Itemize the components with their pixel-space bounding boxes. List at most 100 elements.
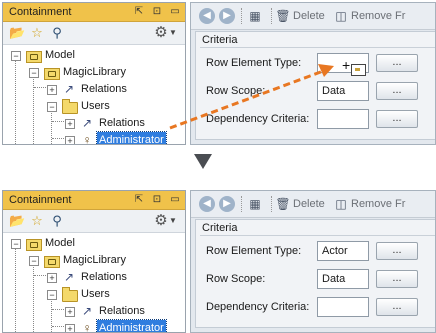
collapse-icon[interactable]: − [29, 256, 39, 266]
forward-arrow-icon[interactable]: ▶ [219, 8, 235, 24]
dependency-criteria-field[interactable] [317, 297, 369, 317]
relations-icon: ↗ [63, 270, 75, 284]
open-folder-icon[interactable]: 📂 [9, 213, 25, 229]
row-element-type-label: Row Element Type: [206, 245, 302, 257]
back-arrow-icon[interactable]: ◀ [199, 196, 215, 212]
containment-panel: Containment ⇱ ⊡ ▭ 📂 ☆ ⚲ ⚙ ▼ − Model − Ma… [2, 190, 186, 333]
minimize-icon[interactable]: ▭ [169, 193, 181, 206]
drag-drop-cursor-icon: + [342, 58, 366, 76]
delete-icon[interactable]: 🗑 [275, 8, 291, 24]
remove-icon[interactable]: ◫ [333, 8, 349, 24]
tree-view-icon[interactable]: ▦ [247, 196, 263, 212]
chevron-down-icon[interactable]: ▼ [168, 213, 178, 229]
back-arrow-icon[interactable]: ◀ [199, 8, 215, 24]
criteria-heading: Criteria [202, 222, 238, 234]
pin-icon[interactable]: ⊡ [151, 193, 163, 206]
tree-view-icon[interactable]: ▦ [247, 8, 263, 24]
package-icon [43, 253, 60, 268]
transition-arrow-icon [194, 154, 212, 169]
dependency-criteria-browse-button[interactable]: ... [376, 110, 418, 128]
gear-icon[interactable]: ⚙ [153, 213, 169, 229]
tree-node-label: Relations [81, 271, 127, 283]
before-state: Containment ⇱ ⊡ ▭ 📂 ☆ ⚲ ⚙ ▼ − Model − Ma… [0, 0, 436, 145]
expand-icon[interactable]: + [65, 307, 75, 317]
row-scope-browse-button[interactable]: ... [376, 82, 418, 100]
collapse-icon[interactable]: − [11, 51, 21, 61]
delete-button[interactable]: Delete [293, 10, 325, 22]
specification-panel: ◀ ▶ ▦ 🗑 Delete ◫ Remove Fr Criteria Row … [190, 2, 436, 145]
collapse-icon[interactable]: − [47, 102, 57, 112]
tree-node-label: Relations [99, 117, 145, 129]
package-icon [25, 236, 42, 251]
title-buttons: ⇱ ⊡ ▭ [133, 193, 181, 206]
tree-node-label: MagicLibrary [63, 66, 126, 78]
row-element-type-field[interactable]: Actor [317, 241, 369, 261]
gear-icon[interactable]: ⚙ [153, 25, 169, 41]
row-scope-field[interactable]: Data [317, 269, 369, 289]
open-folder-icon[interactable]: 📂 [9, 25, 25, 41]
expand-icon[interactable]: + [65, 136, 75, 144]
row-scope-field[interactable]: Data [317, 81, 369, 101]
pin-icon[interactable]: ⊡ [151, 5, 163, 18]
tree-node-label: Model [45, 49, 75, 61]
remove-from-button[interactable]: Remove Fr [351, 198, 405, 210]
containment-toolbar: 📂 ☆ ⚲ ⚙ ▼ [3, 22, 185, 45]
title-buttons: ⇱ ⊡ ▭ [133, 5, 181, 18]
package-icon [25, 48, 42, 63]
containment-toolbar: 📂 ☆ ⚲ ⚙ ▼ [3, 210, 185, 233]
star-icon[interactable]: ☆ [29, 25, 45, 41]
row-element-type-label: Row Element Type: [206, 57, 302, 69]
expand-icon[interactable]: + [47, 85, 57, 95]
tree-node-label: MagicLibrary [63, 254, 126, 266]
tree-node-label: Users [81, 288, 110, 300]
dependency-criteria-label: Dependency Criteria: [206, 301, 310, 313]
collapse-icon[interactable]: − [47, 290, 57, 300]
tree-node-label: Administrator [96, 319, 167, 332]
after-state: Containment ⇱ ⊡ ▭ 📂 ☆ ⚲ ⚙ ▼ − Model − Ma… [0, 188, 436, 333]
dependency-criteria-field[interactable] [317, 109, 369, 129]
relations-icon: ↗ [63, 82, 75, 96]
expand-icon[interactable]: + [47, 273, 57, 283]
delete-icon[interactable]: 🗑 [275, 196, 291, 212]
containment-title-bar: Containment ⇱ ⊡ ▭ [3, 191, 185, 210]
relations-icon: ↗ [81, 116, 93, 130]
search-icon[interactable]: ⚲ [49, 25, 65, 41]
tree-node-label: Users [81, 100, 110, 112]
containment-tree: − Model − MagicLibrary + ↗ Relations − U… [3, 45, 185, 144]
delete-button[interactable]: Delete [293, 198, 325, 210]
row-scope-browse-button[interactable]: ... [376, 270, 418, 288]
containment-tree: − Model − MagicLibrary + ↗ Relations − U… [3, 233, 185, 332]
relations-icon: ↗ [81, 304, 93, 318]
folder-icon [61, 99, 78, 114]
actor-icon: ♀ [82, 321, 92, 333]
minimize-icon[interactable]: ▭ [169, 5, 181, 18]
forward-arrow-icon[interactable]: ▶ [219, 196, 235, 212]
tree-node-label: Relations [99, 305, 145, 317]
collapse-icon[interactable]: − [11, 239, 21, 249]
folder-icon [61, 287, 78, 302]
float-window-icon[interactable]: ⇱ [133, 193, 145, 206]
row-element-type-browse-button[interactable]: ... [376, 54, 418, 72]
tree-node-label: Relations [81, 83, 127, 95]
star-icon[interactable]: ☆ [29, 213, 45, 229]
row-scope-label: Row Scope: [206, 273, 266, 285]
criteria-section: Criteria Row Element Type: ... Row Scope… [195, 31, 435, 140]
specification-toolbar: ◀ ▶ ▦ 🗑 Delete ◫ Remove Fr [191, 191, 435, 218]
tree-node-label: Administrator [96, 131, 167, 144]
dependency-criteria-browse-button[interactable]: ... [376, 298, 418, 316]
dependency-criteria-label: Dependency Criteria: [206, 113, 310, 125]
criteria-section: Criteria Row Element Type: Actor ... Row… [195, 219, 435, 328]
tree-node-label: Model [45, 237, 75, 249]
remove-icon[interactable]: ◫ [333, 196, 349, 212]
search-icon[interactable]: ⚲ [49, 213, 65, 229]
remove-from-button[interactable]: Remove Fr [351, 10, 405, 22]
specification-panel: ◀ ▶ ▦ 🗑 Delete ◫ Remove Fr Criteria Row … [190, 190, 436, 333]
collapse-icon[interactable]: − [29, 68, 39, 78]
expand-icon[interactable]: + [65, 119, 75, 129]
chevron-down-icon[interactable]: ▼ [168, 25, 178, 41]
package-icon [43, 65, 60, 80]
containment-panel: Containment ⇱ ⊡ ▭ 📂 ☆ ⚲ ⚙ ▼ − Model − Ma… [2, 2, 186, 145]
actor-icon: ♀ [82, 133, 92, 145]
row-element-type-browse-button[interactable]: ... [376, 242, 418, 260]
float-window-icon[interactable]: ⇱ [133, 5, 145, 18]
